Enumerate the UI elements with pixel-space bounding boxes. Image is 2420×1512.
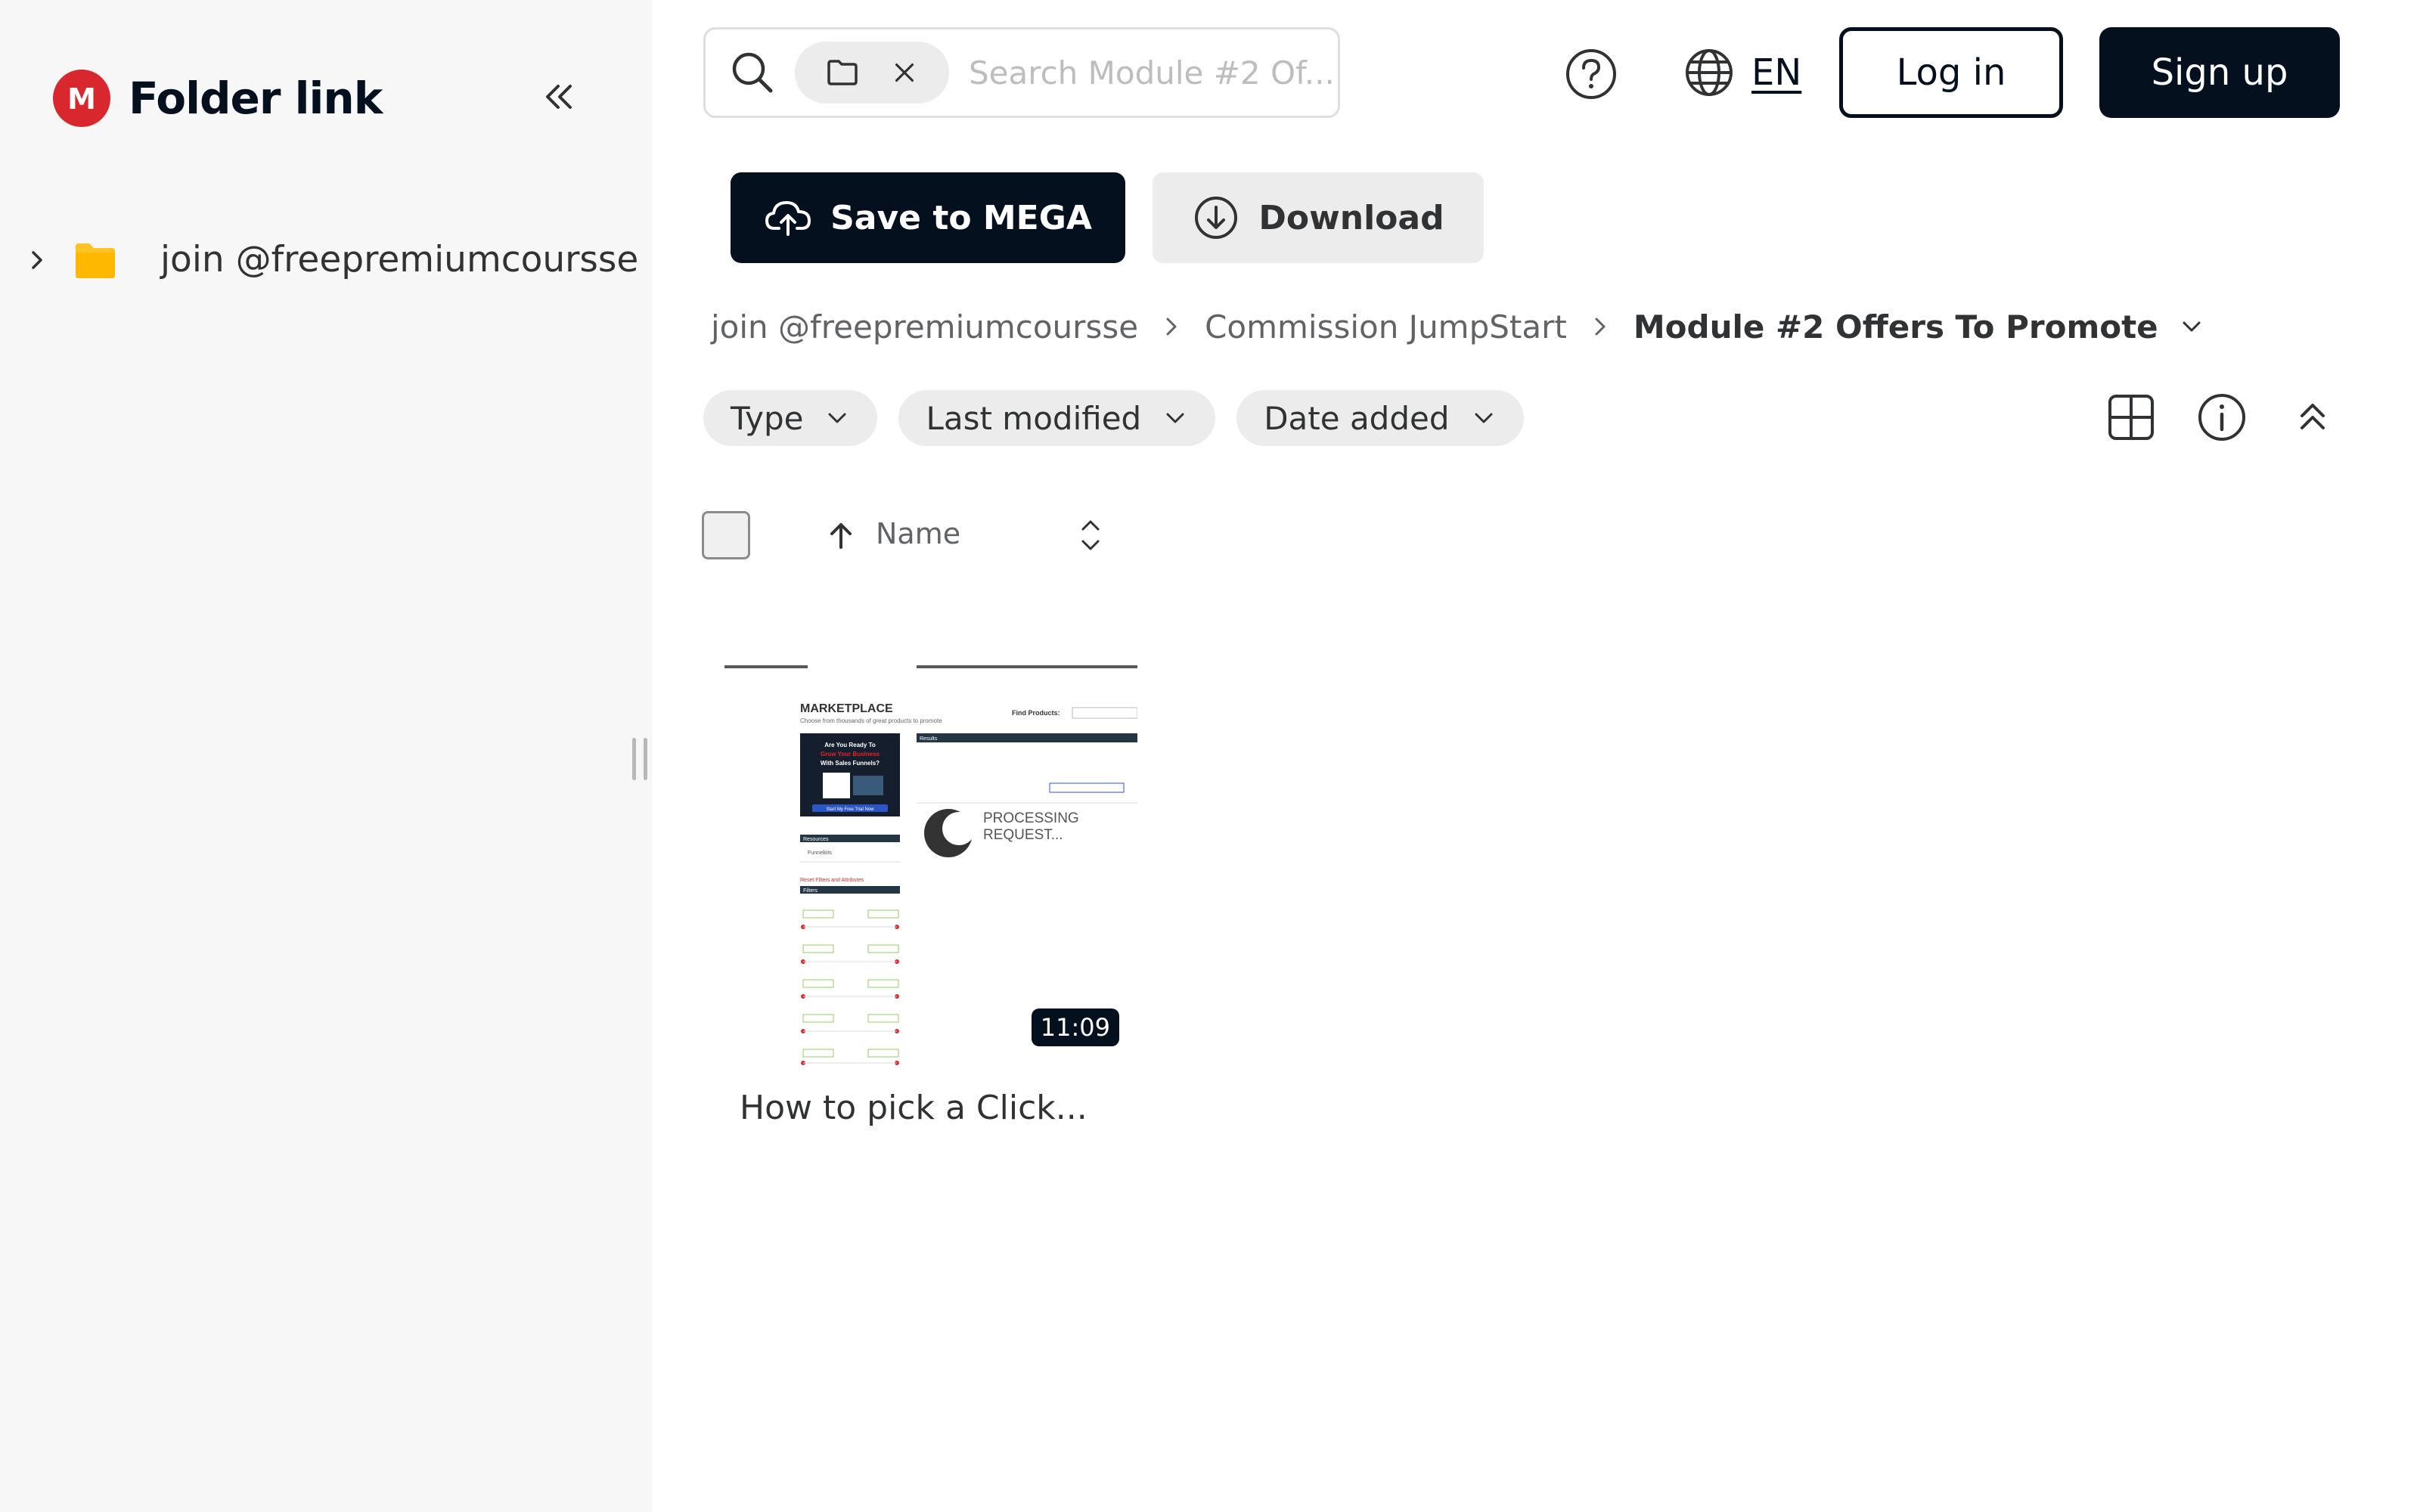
search-input[interactable] <box>969 54 1332 91</box>
search-scope-chip[interactable] <box>795 42 949 104</box>
file-name[interactable]: How to pick a Click... <box>740 1089 1137 1127</box>
search-box[interactable] <box>703 27 1340 118</box>
double-chevron-left-icon <box>546 85 572 109</box>
chevron-down-icon <box>1475 413 1492 423</box>
grid-view-icon[interactable] <box>2104 390 2158 445</box>
svg-text:Start My Free Trial Now: Start My Free Trial Now <box>826 807 874 812</box>
cloud-upload-icon <box>765 201 811 236</box>
sidebar-tree-item-label: join @freepremiumcoursse <box>160 239 639 280</box>
help-circle-icon <box>1566 49 1616 99</box>
svg-text:Find Products:: Find Products: <box>1012 709 1060 717</box>
svg-text:Results: Results <box>920 736 938 742</box>
svg-text:Are You Ready To: Are You Ready To <box>824 742 876 748</box>
sort-toggle-icon[interactable] <box>1074 514 1107 556</box>
chevron-right-icon <box>1166 318 1177 336</box>
filter-last-modified-label: Last modified <box>926 399 1142 437</box>
login-button[interactable]: Log in <box>1839 27 2063 118</box>
view-tools <box>2104 390 2340 445</box>
collapse-sidebar-button[interactable] <box>535 74 581 119</box>
brand-title: Folder link <box>129 73 383 124</box>
download-label: Download <box>1258 198 1444 237</box>
folder-icon <box>76 243 115 278</box>
arrow-up-icon[interactable] <box>824 519 858 552</box>
breadcrumb: join @freepremiumcoursse Commission Jump… <box>711 302 2207 351</box>
svg-text:Funnelkits: Funnelkits <box>808 850 832 856</box>
filter-last-modified[interactable]: Last modified <box>898 390 1216 446</box>
sidebar-resize-handle[interactable] <box>632 738 647 780</box>
chevron-down-icon <box>828 413 846 423</box>
search-icon <box>732 52 773 93</box>
download-button[interactable]: Download <box>1153 172 1484 263</box>
svg-text:MARKETPLACE: MARKETPLACE <box>800 702 893 715</box>
breadcrumb-item-current[interactable]: Module #2 Offers To Promote <box>1634 308 2158 345</box>
video-duration-badge: 11:09 <box>1031 1009 1119 1046</box>
folder-outline-icon <box>827 60 858 85</box>
select-all-checkbox[interactable] <box>702 511 750 559</box>
svg-text:PROCESSING: PROCESSING <box>983 810 1079 826</box>
svg-text:REQUEST...: REQUEST... <box>983 827 1063 843</box>
svg-text:Choose from thousands of great: Choose from thousands of great products … <box>800 717 942 724</box>
filter-date-added-label: Date added <box>1264 399 1450 437</box>
breadcrumb-item-root[interactable]: join @freepremiumcoursse <box>711 308 1138 345</box>
save-to-mega-button[interactable]: Save to MEGA <box>731 172 1125 263</box>
chevron-right-icon <box>1595 318 1606 336</box>
svg-text:Grow Your Business: Grow Your Business <box>821 751 880 758</box>
svg-text:With Sales Funnels?: With Sales Funnels? <box>821 760 880 767</box>
chevron-down-icon <box>1166 413 1184 423</box>
double-chevron-up-icon[interactable] <box>2285 390 2340 445</box>
filter-date-added[interactable]: Date added <box>1236 390 1524 446</box>
sidebar-tree-item[interactable]: join @freepremiumcoursse <box>23 239 638 280</box>
language-selector[interactable]: EN <box>1683 47 1801 98</box>
brand[interactable]: M Folder link <box>53 70 383 127</box>
save-to-mega-label: Save to MEGA <box>830 198 1092 237</box>
filter-bar: Type Last modified Date added <box>703 390 1545 446</box>
filter-type-label: Type <box>731 399 804 437</box>
file-card[interactable]: MARKETPLACE Choose from thousands of gre… <box>724 662 1137 1127</box>
info-icon[interactable] <box>2195 390 2249 445</box>
chevron-right-icon[interactable] <box>23 245 53 275</box>
language-label[interactable]: EN <box>1751 51 1801 94</box>
mega-logo-icon: M <box>53 70 110 127</box>
globe-icon <box>1686 49 1733 96</box>
svg-text:Reset Filters and Attributes: Reset Filters and Attributes <box>800 878 864 883</box>
download-circle-icon <box>1195 197 1238 239</box>
svg-text:M: M <box>67 83 96 113</box>
sidebar: M Folder link join @freepremiumcoursse <box>0 0 652 1512</box>
help-button[interactable] <box>1564 47 1618 101</box>
chevron-down-icon[interactable] <box>2176 311 2207 342</box>
close-icon[interactable] <box>889 57 920 88</box>
signup-button[interactable]: Sign up <box>2099 27 2340 118</box>
svg-text:Resources: Resources <box>803 837 829 842</box>
file-thumbnail[interactable]: MARKETPLACE Choose from thousands of gre… <box>724 662 1137 1069</box>
breadcrumb-item-parent[interactable]: Commission JumpStart <box>1205 308 1567 345</box>
filter-type[interactable]: Type <box>703 390 878 446</box>
svg-text:Filters: Filters <box>803 888 818 894</box>
sort-name-label[interactable]: Name <box>876 517 960 550</box>
